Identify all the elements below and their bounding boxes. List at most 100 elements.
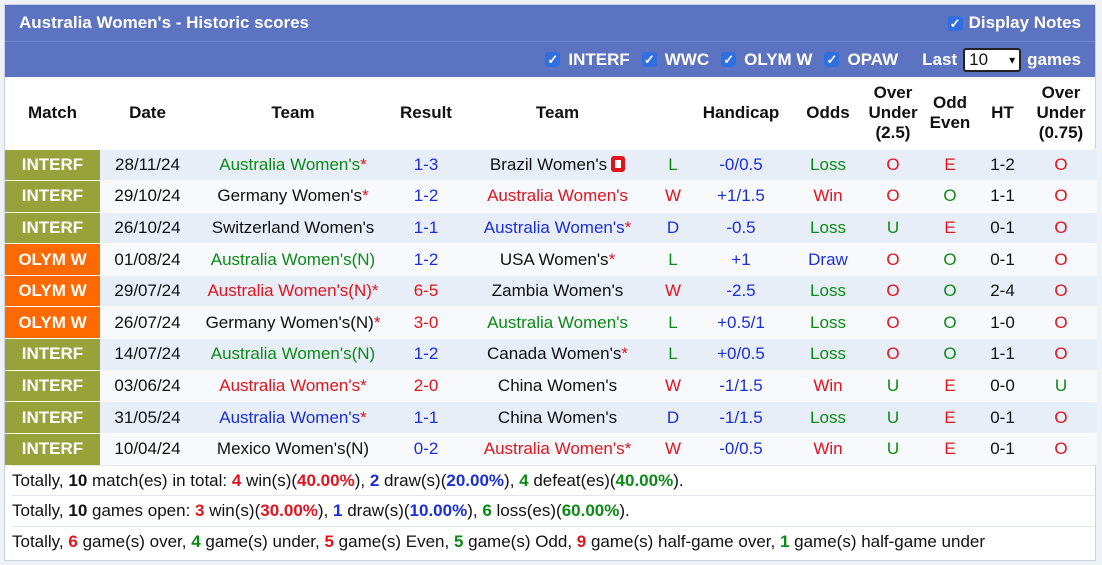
display-notes-toggle[interactable]: ✓ Display Notes — [947, 13, 1081, 33]
ht-cell: 0-1 — [980, 401, 1025, 434]
games-count-select[interactable]: 10 ▾ — [963, 47, 1022, 72]
away-team-cell[interactable]: Zambia Women's — [461, 274, 654, 307]
odds-cell: Loss — [790, 401, 866, 434]
checkbox-icon[interactable]: ✓ — [641, 52, 657, 67]
table-row: INTERF 29/10/24 Germany Women's* 1-2 Austral… — [5, 180, 1097, 213]
result-cell[interactable]: 1-2 — [391, 243, 461, 276]
away-team-cell[interactable]: China Women's — [461, 401, 654, 434]
wdl-cell: L — [654, 306, 692, 339]
away-team-cell[interactable]: Australia Women's* — [461, 432, 654, 465]
odd-even-cell: E — [920, 369, 980, 402]
home-team-cell[interactable]: Australia Women's(N) — [195, 338, 391, 371]
competition-cell[interactable]: INTERF — [5, 432, 100, 465]
wdl-cell: L — [654, 148, 692, 181]
over-under-cell: U — [866, 211, 920, 244]
odds-cell: Loss — [790, 148, 866, 181]
over-under-075-cell: U — [1025, 369, 1097, 402]
summary-goals: Totally, 6 game(s) over, 4 game(s) under… — [12, 525, 1095, 557]
over-under-075-cell: O — [1025, 180, 1097, 213]
checkbox-icon[interactable]: ✓ — [824, 52, 840, 67]
over-under-075-cell: O — [1025, 432, 1097, 465]
away-team-cell[interactable]: Australia Women's — [461, 180, 654, 213]
chevron-down-icon: ▾ — [1009, 52, 1016, 67]
games-label: games — [1027, 49, 1081, 69]
red-card-icon — [611, 155, 626, 172]
home-team-cell[interactable]: Australia Women's* — [195, 148, 391, 181]
home-team-cell[interactable]: Australia Women's(N)* — [195, 274, 391, 307]
filter-olym-w[interactable]: ✓ OLYM W — [721, 50, 812, 70]
checkbox-icon[interactable]: ✓ — [721, 52, 737, 67]
wdl-cell: D — [654, 401, 692, 434]
handicap-cell: -0/0.5 — [692, 148, 790, 181]
handicap-cell: +0.5/1 — [692, 306, 790, 339]
result-cell[interactable]: 3-0 — [391, 306, 461, 339]
filter-interf[interactable]: ✓ INTERF — [545, 50, 630, 70]
home-team-cell[interactable]: Switzerland Women's — [195, 211, 391, 244]
odd-even-cell: O — [920, 243, 980, 276]
result-cell[interactable]: 1-1 — [391, 401, 461, 434]
table-header: Match Date Team Result Team Handicap Odd… — [5, 77, 1097, 149]
result-cell[interactable]: 6-5 — [391, 274, 461, 307]
result-cell[interactable]: 1-2 — [391, 180, 461, 213]
date-cell: 29/10/24 — [100, 180, 195, 213]
odds-cell: Win — [790, 180, 866, 213]
display-notes-label: Display Notes — [968, 13, 1081, 32]
handicap-cell: +0/0.5 — [692, 338, 790, 371]
competition-cell[interactable]: INTERF — [5, 180, 100, 213]
over-under-cell: O — [866, 243, 920, 276]
handicap-cell: +1/1.5 — [692, 180, 790, 213]
odd-even-cell: E — [920, 401, 980, 434]
over-under-cell: U — [866, 369, 920, 402]
competition-cell[interactable]: INTERF — [5, 148, 100, 181]
over-under-cell: O — [866, 148, 920, 181]
result-cell[interactable]: 1-2 — [391, 338, 461, 371]
table-row: OLYM W 01/08/24 Australia Women's(N) 1-2 USA… — [5, 243, 1097, 276]
away-team-cell[interactable]: Australia Women's — [461, 306, 654, 339]
last-label: Last — [922, 49, 958, 69]
competition-cell[interactable]: OLYM W — [5, 274, 100, 307]
away-team-cell[interactable]: Brazil Women's — [461, 148, 654, 181]
wdl-cell: W — [654, 274, 692, 307]
over-under-075-cell: O — [1025, 243, 1097, 276]
over-under-cell: O — [866, 274, 920, 307]
checkbox-icon[interactable]: ✓ — [947, 15, 963, 31]
date-cell: 03/06/24 — [100, 369, 195, 402]
result-cell[interactable]: 1-1 — [391, 211, 461, 244]
ht-cell: 1-0 — [980, 306, 1025, 339]
ht-cell: 0-1 — [980, 432, 1025, 465]
historic-scores-panel: Australia Women's - Historic scores ✓ Di… — [4, 4, 1097, 561]
col-team-away: Team — [535, 102, 580, 122]
odd-even-cell: O — [920, 338, 980, 371]
away-team-cell[interactable]: China Women's — [461, 369, 654, 402]
result-cell[interactable]: 0-2 — [391, 432, 461, 465]
checkbox-icon[interactable]: ✓ — [545, 52, 561, 67]
competition-cell[interactable]: INTERF — [5, 338, 100, 371]
handicap-cell: -1/1.5 — [692, 401, 790, 434]
away-team-cell[interactable]: Australia Women's* — [461, 211, 654, 244]
summary-matches: Totally, 10 match(es) in total: 4 win(s)… — [12, 464, 1095, 496]
competition-cell[interactable]: INTERF — [5, 211, 100, 244]
home-team-cell[interactable]: Australia Women's* — [195, 369, 391, 402]
result-cell[interactable]: 2-0 — [391, 369, 461, 402]
away-team-cell[interactable]: USA Women's* — [461, 243, 654, 276]
ht-cell: 2-4 — [980, 274, 1025, 307]
home-team-cell[interactable]: Australia Women's(N) — [195, 243, 391, 276]
home-team-cell[interactable]: Mexico Women's(N) — [195, 432, 391, 465]
filter-opaw[interactable]: ✓ OPAW — [824, 50, 898, 70]
home-team-cell[interactable]: Australia Women's* — [195, 401, 391, 434]
odds-cell: Draw — [790, 243, 866, 276]
col-odds: Odds — [806, 102, 850, 122]
wdl-cell: D — [654, 211, 692, 244]
wdl-cell: L — [654, 243, 692, 276]
competition-cell[interactable]: INTERF — [5, 401, 100, 434]
result-cell[interactable]: 1-3 — [391, 148, 461, 181]
competition-cell[interactable]: OLYM W — [5, 243, 100, 276]
home-team-cell[interactable]: Germany Women's(N)* — [195, 306, 391, 339]
competition-cell[interactable]: OLYM W — [5, 306, 100, 339]
scores-table: Match Date Team Result Team Handicap Odd… — [5, 77, 1097, 465]
filter-bar: ✓ INTERF ✓ WWC ✓ OLYM W ✓ OPAW Last 10 ▾ gam… — [5, 41, 1095, 77]
away-team-cell[interactable]: Canada Women's* — [461, 338, 654, 371]
filter-wwc[interactable]: ✓ WWC — [641, 50, 709, 70]
competition-cell[interactable]: INTERF — [5, 369, 100, 402]
home-team-cell[interactable]: Germany Women's* — [195, 180, 391, 213]
